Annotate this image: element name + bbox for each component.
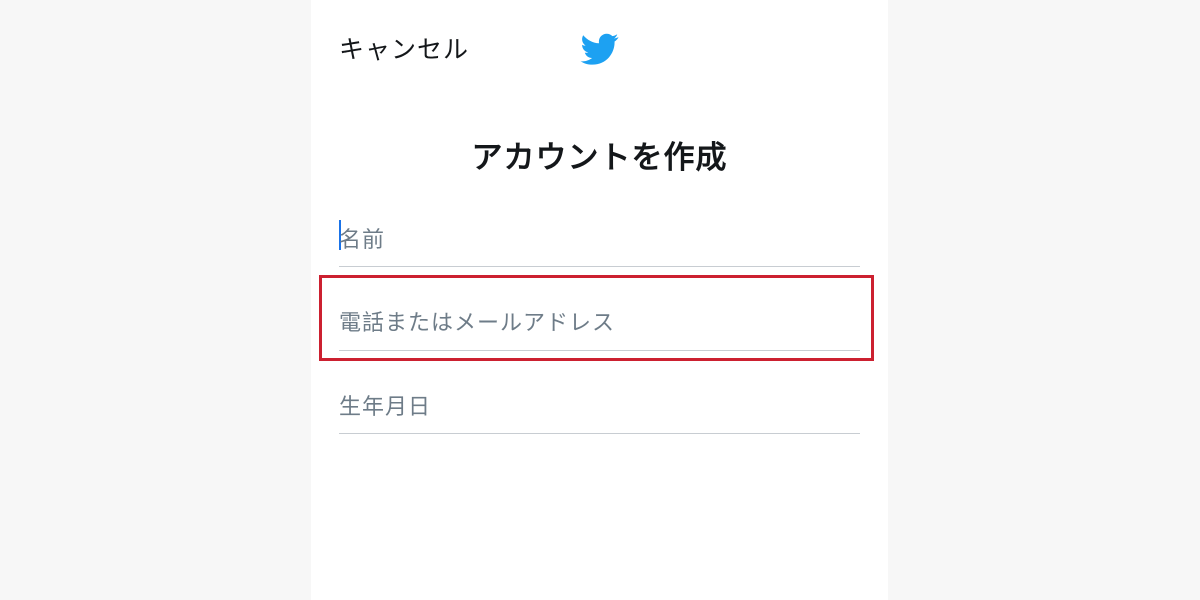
birthdate-placeholder: 生年月日 <box>339 395 432 420</box>
cancel-button[interactable]: キャンセル <box>339 30 469 66</box>
top-bar: キャンセル <box>311 0 888 100</box>
page-title: アカウントを作成 <box>471 140 728 176</box>
twitter-bird-icon <box>580 33 619 65</box>
name-field[interactable]: 名前 <box>339 220 860 267</box>
highlight-box <box>319 275 874 361</box>
birthdate-field[interactable]: 生年月日 <box>339 389 860 434</box>
name-placeholder: 名前 <box>339 228 386 253</box>
